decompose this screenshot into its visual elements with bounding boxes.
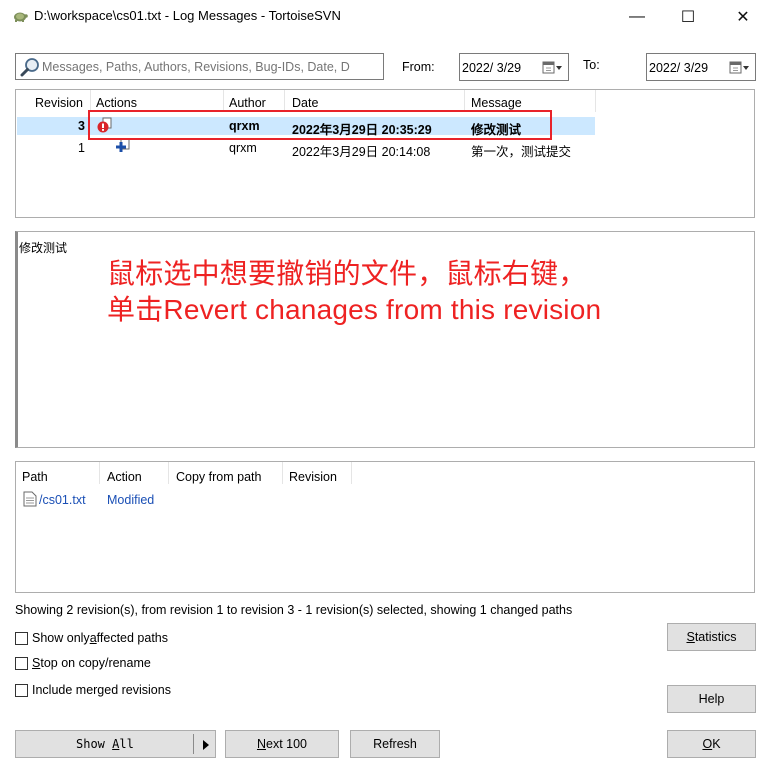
show-all-button[interactable]: Show All — [15, 730, 216, 758]
changed-path[interactable]: /cs01.txt — [39, 493, 86, 507]
status-text: Showing 2 revision(s), from revision 1 t… — [15, 603, 573, 617]
revision-date: 2022年3月29日 20:14:08 — [292, 145, 431, 159]
header-author[interactable]: Author — [229, 96, 266, 110]
close-button[interactable]: ✕ — [720, 0, 766, 34]
column-separator — [284, 90, 285, 112]
title-bar: D:\workspace\cs01.txt - Log Messages - T… — [0, 0, 772, 34]
header-action[interactable]: Action — [107, 470, 142, 484]
column-separator — [99, 462, 100, 484]
column-separator — [223, 90, 224, 112]
header-path[interactable]: Path — [22, 470, 48, 484]
to-label: To: — [583, 58, 600, 72]
window-title: D:\workspace\cs01.txt - Log Messages - T… — [34, 8, 341, 23]
header-revision[interactable]: Revision — [35, 96, 83, 110]
calendar-dropdown-icon[interactable] — [729, 61, 751, 75]
ok-button[interactable]: OK — [667, 730, 756, 758]
stop-on-copy-checkbox[interactable]: Stop on copy/rename — [15, 656, 151, 670]
revision-message: 第一次，测试提交 — [471, 145, 572, 159]
file-icon — [23, 491, 37, 507]
from-date-value: 2022/ 3/29 — [462, 61, 522, 75]
minimize-icon: — — [629, 8, 645, 25]
search-box[interactable] — [15, 53, 384, 80]
next-100-button[interactable]: Next 100 — [225, 730, 339, 758]
show-affected-paths-checkbox[interactable]: Show only a ffected paths — [15, 631, 168, 645]
log-message-text: 修改测试 — [19, 241, 68, 255]
help-button[interactable]: Help — [667, 685, 756, 713]
column-separator — [282, 462, 283, 484]
close-icon: ✕ — [736, 9, 750, 26]
minimize-button[interactable]: — — [614, 0, 660, 34]
to-date-value: 2022/ 3/29 — [649, 61, 709, 75]
revision-list[interactable]: Revision Actions Author Date Message 3 q… — [15, 89, 755, 218]
calendar-dropdown-icon[interactable] — [542, 61, 564, 75]
to-date-picker[interactable]: 2022/ 3/29 — [646, 53, 756, 81]
statistics-button[interactable]: Statistics — [667, 623, 756, 651]
maximize-button[interactable]: ☐ — [665, 0, 711, 34]
highlight-annotation-box — [88, 110, 552, 140]
annotation-line-2: 单击Revert chanages from this revision — [107, 294, 602, 325]
from-label: From: — [402, 60, 435, 74]
header-actions[interactable]: Actions — [96, 96, 137, 110]
search-icon — [20, 58, 39, 77]
header-copy-from-path[interactable]: Copy from path — [176, 470, 261, 484]
revision-number: 3 — [78, 119, 85, 133]
checkbox-box[interactable] — [15, 683, 28, 697]
maximize-icon: ☐ — [680, 9, 696, 26]
added-action-icon — [116, 138, 130, 152]
include-merged-checkbox[interactable]: Include merged revisions — [15, 683, 171, 697]
split-divider — [193, 734, 194, 754]
chevron-right-icon[interactable] — [202, 740, 210, 750]
header-date[interactable]: Date — [292, 96, 318, 110]
column-separator — [168, 462, 169, 484]
revision-number: 1 — [78, 141, 85, 155]
changed-paths-list[interactable]: Path Action Copy from path Revision /cs0… — [15, 461, 755, 593]
column-separator — [595, 90, 596, 112]
checkbox-box[interactable] — [15, 631, 28, 645]
search-input[interactable] — [40, 56, 380, 77]
column-separator — [464, 90, 465, 112]
from-date-picker[interactable]: 2022/ 3/29 — [459, 53, 569, 81]
annotation-line-1: 鼠标选中想要撤销的文件，鼠标右键， — [107, 258, 587, 289]
checkbox-box[interactable] — [15, 656, 28, 670]
refresh-button[interactable]: Refresh — [350, 730, 440, 758]
header-message[interactable]: Message — [471, 96, 522, 110]
changed-path-action: Modified — [107, 493, 155, 507]
column-separator — [351, 462, 352, 484]
revision-author: qrxm — [229, 141, 257, 155]
header-path-revision[interactable]: Revision — [289, 470, 337, 484]
column-separator — [90, 90, 91, 112]
tortoisesvn-icon — [14, 12, 28, 22]
